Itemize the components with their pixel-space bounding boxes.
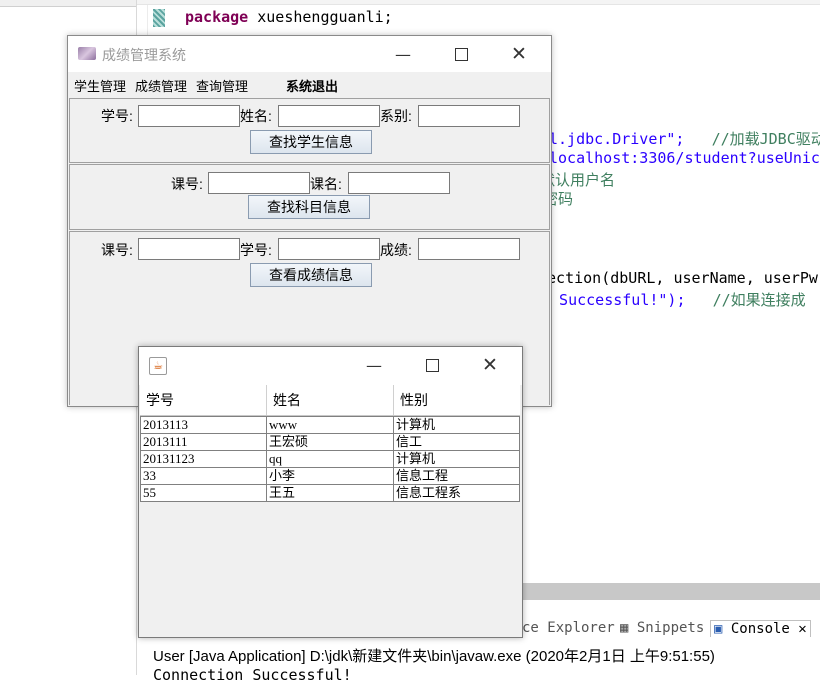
code-line-package[interactable]: package xueshengguanli; bbox=[185, 8, 393, 26]
table-maximize-button[interactable] bbox=[403, 347, 461, 383]
cell-gender[interactable]: 信工 bbox=[394, 434, 520, 450]
cell-student-id[interactable]: 33 bbox=[140, 468, 267, 484]
table-body: 2013113 www 计算机 2013111 王宏硕 信工 20131123 … bbox=[140, 416, 520, 502]
minimize-button[interactable]: — bbox=[374, 36, 432, 72]
java-icon: ☕ bbox=[149, 357, 167, 375]
column-header-name[interactable]: 姓名 bbox=[267, 385, 394, 415]
student-search-panel: 学号: 姓名: 系别: 查找学生信息 bbox=[69, 98, 550, 163]
code-line-println[interactable]: n Successful!"); //如果连接成 bbox=[541, 289, 806, 310]
console-output[interactable]: Connection Successful! bbox=[153, 666, 352, 684]
course-name-input[interactable] bbox=[348, 172, 450, 194]
view-tabs: ce Explorer ▦ Snippets ▣ Console ✕ bbox=[522, 617, 820, 642]
student-name-input[interactable] bbox=[278, 105, 380, 127]
console-process-label: User [Java Application] D:\jdk\新建文件夹\bin… bbox=[153, 648, 715, 665]
cell-name[interactable]: 王五 bbox=[267, 485, 394, 501]
score-input[interactable] bbox=[418, 238, 520, 260]
cell-gender[interactable]: 信息工程 bbox=[394, 468, 520, 484]
table-row[interactable]: 55 王五 信息工程系 bbox=[140, 485, 520, 502]
tab-console[interactable]: ▣ Console ✕ bbox=[710, 620, 811, 637]
code-line-driver[interactable]: l.jdbc.Driver"; //加载JDBC驱动 bbox=[549, 128, 820, 149]
student-id-label: 学号: bbox=[101, 108, 133, 124]
cell-gender[interactable]: 信息工程系 bbox=[394, 485, 520, 501]
table-row[interactable]: 20131123 qq 计算机 bbox=[140, 451, 520, 468]
snippets-icon: ▦ bbox=[620, 620, 637, 636]
bookmark-marker-icon bbox=[153, 9, 165, 27]
table-row[interactable]: 2013113 www 计算机 bbox=[140, 416, 520, 434]
find-student-button[interactable]: 查找学生信息 bbox=[250, 130, 372, 154]
cell-name[interactable]: qq bbox=[267, 451, 394, 467]
cell-gender[interactable]: 计算机 bbox=[394, 451, 520, 467]
table-row[interactable]: 33 小李 信息工程 bbox=[140, 468, 520, 485]
menu-bar: 学生管理 成绩管理 查询管理 系统退出 bbox=[68, 72, 551, 96]
table-row[interactable]: 2013111 王宏硕 信工 bbox=[140, 434, 520, 451]
course-id-input[interactable] bbox=[208, 172, 310, 194]
maximize-button[interactable] bbox=[432, 36, 490, 72]
course-search-panel: 课号: 课名: 查找科目信息 bbox=[69, 164, 550, 230]
editor-tab-strip bbox=[137, 0, 820, 5]
course-name-label: 课名: bbox=[310, 176, 342, 192]
menu-student[interactable]: 学生管理 bbox=[74, 76, 126, 95]
student-name-label: 姓名: bbox=[240, 108, 272, 124]
package-explorer-header bbox=[0, 0, 136, 7]
menu-score[interactable]: 成绩管理 bbox=[135, 76, 187, 95]
main-window-titlebar[interactable]: 成绩管理系统 — ✕ bbox=[68, 36, 551, 72]
cell-name[interactable]: 小李 bbox=[267, 468, 394, 484]
app-icon bbox=[78, 47, 96, 60]
editor-horizontal-scrollbar[interactable] bbox=[522, 583, 820, 600]
tab-explorer[interactable]: ce Explorer bbox=[522, 620, 615, 636]
cell-student-id[interactable]: 2013113 bbox=[140, 417, 267, 433]
cell-gender[interactable]: 计算机 bbox=[394, 417, 520, 433]
cell-student-id[interactable]: 20131123 bbox=[140, 451, 267, 467]
score-label: 成绩: bbox=[380, 242, 412, 258]
console-icon: ▣ bbox=[714, 621, 731, 637]
score-course-id-label: 课号: bbox=[101, 242, 133, 258]
student-id-input[interactable] bbox=[138, 105, 240, 127]
table-window-titlebar[interactable]: ☕ — ✕ bbox=[139, 347, 522, 385]
tab-snippets[interactable]: ▦ Snippets bbox=[620, 620, 704, 636]
cell-student-id[interactable]: 2013111 bbox=[140, 434, 267, 450]
cell-name[interactable]: 王宏硕 bbox=[267, 434, 394, 450]
cell-name[interactable]: www bbox=[267, 417, 394, 433]
course-id-label: 课号: bbox=[171, 176, 203, 192]
column-header-gender[interactable]: 性别 bbox=[394, 385, 520, 415]
department-label: 系别: bbox=[380, 108, 412, 124]
table-close-button[interactable]: ✕ bbox=[461, 347, 519, 383]
score-course-id-input[interactable] bbox=[138, 238, 240, 260]
find-course-button[interactable]: 查找科目信息 bbox=[248, 195, 370, 219]
department-input[interactable] bbox=[418, 105, 520, 127]
code-line-url[interactable]: localhost:3306/student?useUnico bbox=[549, 149, 820, 167]
score-student-id-input[interactable] bbox=[278, 238, 380, 260]
table-header: 学号 姓名 性别 bbox=[140, 385, 520, 416]
result-table-window: ☕ — ✕ 学号 姓名 性别 2013113 www 计算机 2013111 王… bbox=[138, 346, 523, 638]
code-line-connection[interactable]: nection(dbURL, userName, userPw bbox=[538, 269, 818, 287]
score-student-id-label: 学号: bbox=[240, 242, 272, 258]
close-icon[interactable]: ✕ bbox=[790, 621, 806, 637]
menu-exit[interactable]: 系统退出 bbox=[286, 76, 338, 95]
view-score-button[interactable]: 查看成绩信息 bbox=[250, 263, 372, 287]
table-minimize-button[interactable]: — bbox=[345, 347, 403, 383]
window-title: 成绩管理系统 bbox=[102, 47, 186, 63]
menu-query[interactable]: 查询管理 bbox=[196, 76, 248, 95]
close-button[interactable]: ✕ bbox=[490, 36, 548, 72]
column-header-student-id[interactable]: 学号 bbox=[140, 385, 267, 415]
cell-student-id[interactable]: 55 bbox=[140, 485, 267, 501]
